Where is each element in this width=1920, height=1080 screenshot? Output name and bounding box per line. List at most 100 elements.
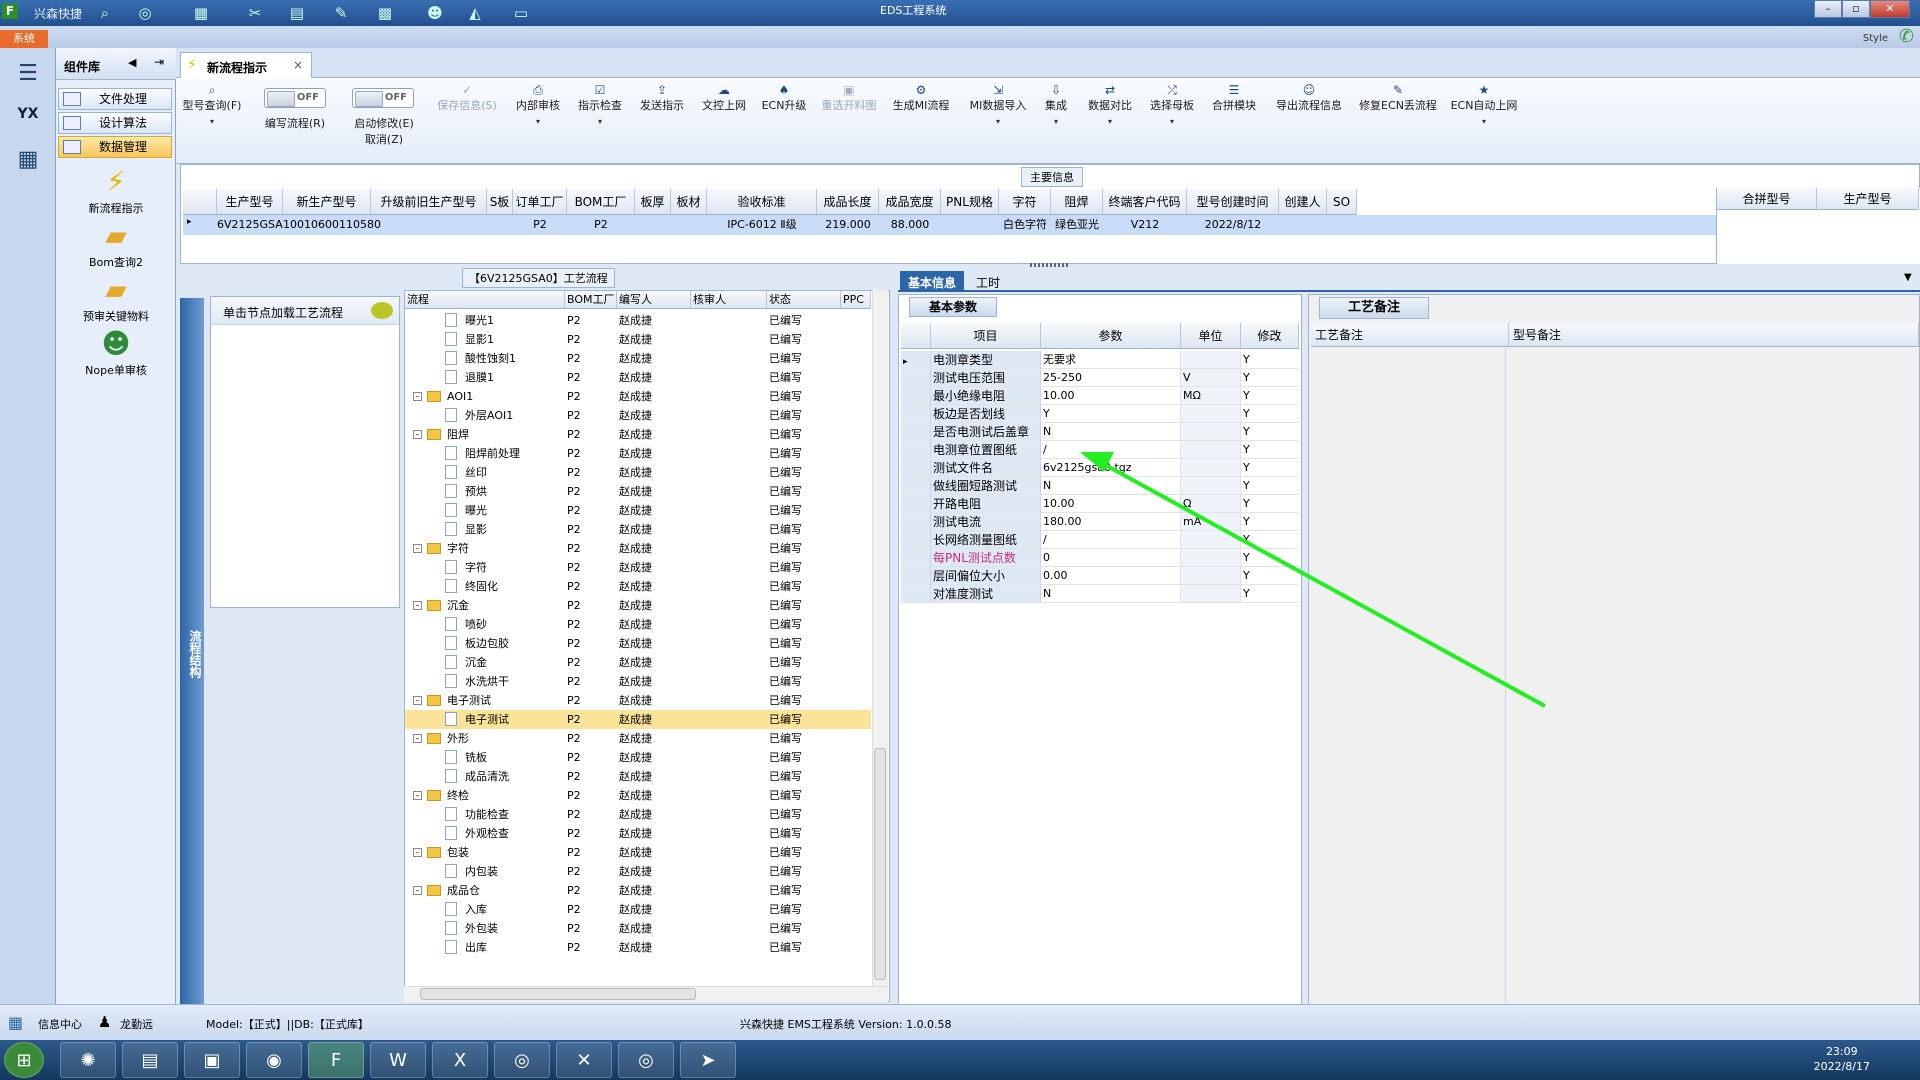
param-cell-v[interactable]: 6v2125gsa0.tgz bbox=[1041, 459, 1181, 477]
taskbar-app-icon[interactable]: ◎ bbox=[494, 1042, 550, 1078]
flow-structure-caption[interactable]: 流程结构 bbox=[180, 298, 204, 1004]
col-header[interactable]: 终端客户代码 bbox=[1103, 189, 1187, 215]
chevron-down-icon[interactable]: ▼ bbox=[1904, 272, 1912, 283]
tree-row[interactable]: 内包装 P2 赵成捷 已编写 bbox=[405, 862, 871, 881]
tree-row[interactable]: 丝印 P2 赵成捷 已编写 bbox=[405, 463, 871, 482]
param-cell-u[interactable]: MΩ bbox=[1181, 387, 1241, 405]
col-header[interactable]: PPC bbox=[841, 291, 871, 309]
col-header[interactable]: 项目 bbox=[931, 323, 1041, 349]
param-cell-u[interactable]: V bbox=[1181, 369, 1241, 387]
col-header[interactable]: BOM工厂 bbox=[565, 291, 617, 309]
param-cell-m[interactable]: Y bbox=[1241, 549, 1299, 567]
taskbar-app-icon[interactable]: ➤ bbox=[680, 1042, 736, 1078]
phone-icon[interactable]: ✆ bbox=[1899, 26, 1914, 47]
send-instruction-button[interactable]: ⇪ 发送指示 bbox=[634, 82, 690, 114]
select-motherboard-button[interactable]: ⤮ 选择母板 ▾ bbox=[1144, 82, 1200, 130]
doc-control-online-button[interactable]: ☁ 文控上网 bbox=[696, 82, 752, 114]
close-button[interactable]: ✕ bbox=[1870, 0, 1910, 18]
tree-scroll-thumb[interactable] bbox=[874, 748, 886, 980]
start-button[interactable]: ⊞ bbox=[4, 1042, 44, 1078]
tree-row[interactable]: 曝光1 P2 赵成捷 已编写 bbox=[405, 311, 871, 330]
splitter-grip[interactable] bbox=[1030, 263, 1070, 267]
param-cell-m[interactable]: Y bbox=[1241, 495, 1299, 513]
model-query-button[interactable]: ⌕ 型号查询(F) ▾ bbox=[182, 82, 242, 130]
mi-data-import-button[interactable]: ⇲ MI数据导入 ▾ bbox=[966, 82, 1030, 130]
col-header[interactable]: 型号创建时间 bbox=[1187, 189, 1279, 215]
apps-icon[interactable]: ▩ bbox=[374, 2, 396, 24]
start-modify-toggle[interactable]: OFF bbox=[352, 88, 414, 108]
param-cell-m[interactable]: Y bbox=[1241, 459, 1299, 477]
reselect-cutting-button[interactable]: ▣ 重选开料图 bbox=[816, 82, 882, 114]
param-cell-u[interactable] bbox=[1181, 459, 1241, 477]
param-cell-u[interactable] bbox=[1181, 441, 1241, 459]
pin-icon[interactable]: ⇥ bbox=[154, 55, 164, 69]
save-info-button[interactable]: ✓ 保存信息(S) bbox=[432, 82, 502, 114]
tree-row[interactable]: 退膜1 P2 赵成捷 已编写 bbox=[405, 368, 871, 387]
search-icon[interactable]: ⌕ bbox=[94, 2, 116, 24]
param-row[interactable]: 是否电测试后盖章 N Y bbox=[901, 423, 1299, 441]
col-header[interactable]: 字符 bbox=[999, 189, 1051, 215]
param-cell-v[interactable]: N bbox=[1041, 423, 1181, 441]
col-header[interactable]: 新生产型号 bbox=[283, 189, 371, 215]
col-header[interactable]: 成品宽度 bbox=[879, 189, 941, 215]
col-header[interactable]: S板 bbox=[487, 189, 513, 215]
taskbar-app-icon[interactable]: F bbox=[308, 1042, 364, 1078]
tree-row[interactable]: 成品清洗 P2 赵成捷 已编写 bbox=[405, 767, 871, 786]
param-row[interactable]: 最小绝缘电阻 10.00 MΩ Y bbox=[901, 387, 1299, 405]
table-row[interactable] bbox=[183, 215, 1717, 235]
tree-row[interactable]: 预烘 P2 赵成捷 已编写 bbox=[405, 482, 871, 501]
col-header[interactable]: 单位 bbox=[1181, 323, 1241, 349]
film-icon[interactable]: ▤ bbox=[286, 2, 308, 24]
minimize-button[interactable]: – bbox=[1814, 0, 1842, 18]
taskbar-excel-icon[interactable]: X bbox=[432, 1042, 488, 1078]
collapse-icon[interactable]: – bbox=[413, 886, 422, 895]
tree-row[interactable]: 显影1 P2 赵成捷 已编写 bbox=[405, 330, 871, 349]
table-cell[interactable]: 2022/8/12 bbox=[1187, 215, 1279, 235]
tree-row[interactable]: 水洗烘干 P2 赵成捷 已编写 bbox=[405, 672, 871, 691]
table-cell[interactable]: IPC-6012 Ⅱ级 bbox=[707, 215, 817, 235]
tree-row[interactable]: – 电子测试 P2 赵成捷 已编写 bbox=[405, 691, 871, 710]
nav-design-algorithm[interactable]: 设计算法 bbox=[58, 112, 172, 134]
export-flow-button[interactable]: ☺ 导出流程信息 bbox=[1270, 82, 1348, 114]
tree-row[interactable]: 字符 P2 赵成捷 已编写 bbox=[405, 558, 871, 577]
collapse-icon[interactable]: – bbox=[413, 696, 422, 705]
tree-row[interactable]: 外观检查 P2 赵成捷 已编写 bbox=[405, 824, 871, 843]
param-cell-v[interactable]: / bbox=[1041, 531, 1181, 549]
col-header[interactable]: 合拼型号 bbox=[1717, 188, 1817, 210]
tree-row[interactable]: 显影 P2 赵成捷 已编写 bbox=[405, 520, 871, 539]
taskbar-app-icon[interactable]: ▣ bbox=[184, 1042, 240, 1078]
table-cell[interactable]: 88.000 bbox=[879, 215, 941, 235]
tab-basic-info[interactable]: 基本信息 bbox=[900, 271, 965, 292]
tree-row[interactable]: – 终检 P2 赵成捷 已编写 bbox=[405, 786, 871, 805]
param-cell-u[interactable] bbox=[1181, 531, 1241, 549]
tree-row[interactable]: – 沉金 P2 赵成捷 已编写 bbox=[405, 596, 871, 615]
instruction-check-button[interactable]: ☑ 指示检查 ▾ bbox=[572, 82, 628, 130]
collapse-icon[interactable]: – bbox=[413, 848, 422, 857]
collapse-icon[interactable]: – bbox=[413, 734, 422, 743]
taskbar-app-icon[interactable]: ✺ bbox=[60, 1042, 116, 1078]
tree-row[interactable]: – 阻焊 P2 赵成捷 已编写 bbox=[405, 425, 871, 444]
tab-work-hours[interactable]: 工时 bbox=[968, 271, 1008, 292]
param-cell-u[interactable] bbox=[1181, 585, 1241, 603]
collapse-left-icon[interactable]: ◀ bbox=[128, 56, 136, 69]
tree-row[interactable]: – 包装 P2 赵成捷 已编写 bbox=[405, 843, 871, 862]
param-cell-v[interactable]: 25-250 bbox=[1041, 369, 1181, 387]
param-row[interactable]: 测试文件名 6v2125gsa0.tgz Y bbox=[901, 459, 1299, 477]
param-cell-v[interactable]: 10.00 bbox=[1041, 387, 1181, 405]
col-header[interactable]: 创建人 bbox=[1279, 189, 1327, 215]
yx-logo-icon[interactable]: YX bbox=[8, 94, 48, 134]
grid-icon[interactable]: ▦ bbox=[8, 1013, 23, 1032]
tree-row[interactable]: 曝光 P2 赵成捷 已编写 bbox=[405, 501, 871, 520]
param-cell-u[interactable] bbox=[1181, 423, 1241, 441]
param-cell-m[interactable]: Y bbox=[1241, 369, 1299, 387]
param-row[interactable]: 对准度测试 N Y bbox=[901, 585, 1299, 603]
param-row[interactable]: 测试电流 180.00 mA Y bbox=[901, 513, 1299, 531]
user-icon[interactable]: ☻ bbox=[424, 2, 446, 24]
nav-item-bom-query[interactable]: ▰ Bom查询2 bbox=[56, 220, 176, 270]
tree-row[interactable]: – 字符 P2 赵成捷 已编写 bbox=[405, 539, 871, 558]
col-header[interactable]: 升级前旧生产型号 bbox=[371, 189, 487, 215]
table-cell[interactable]: V212 bbox=[1103, 215, 1187, 235]
table-cell[interactable]: P2 bbox=[567, 215, 635, 235]
tree-row[interactable]: 酸性蚀刻1 P2 赵成捷 已编写 bbox=[405, 349, 871, 368]
taskbar-app-icon[interactable]: ✕ bbox=[556, 1042, 612, 1078]
